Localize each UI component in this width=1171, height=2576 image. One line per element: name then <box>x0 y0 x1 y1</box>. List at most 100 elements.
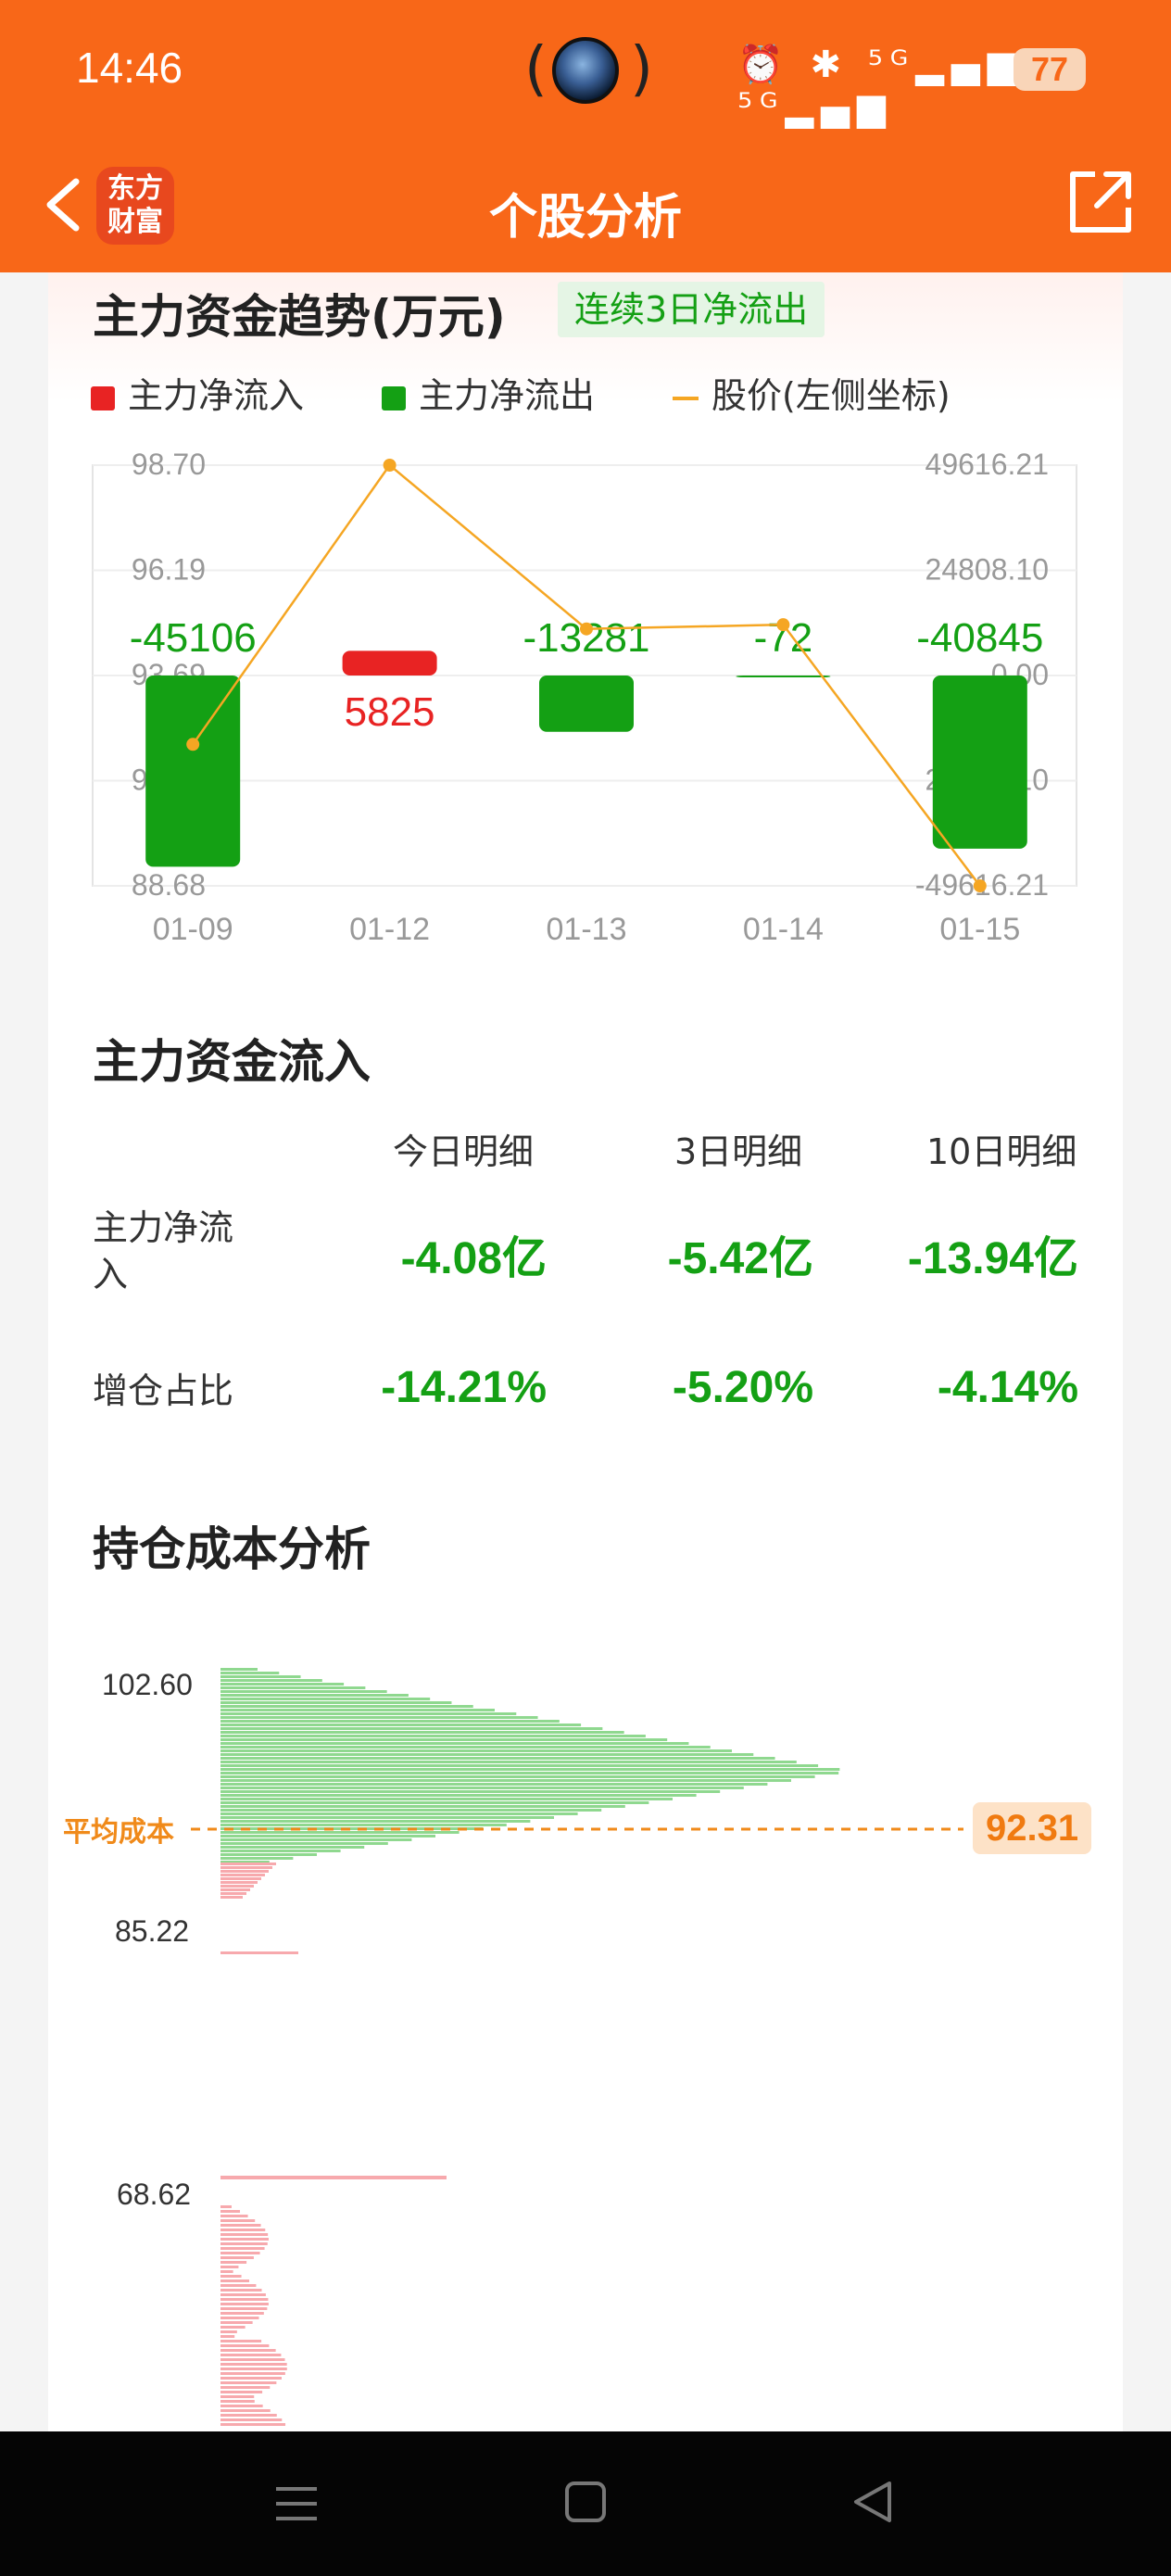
cost-bar <box>220 1775 815 1778</box>
cost-bar <box>220 2270 233 2273</box>
cost-bar <box>220 2335 235 2338</box>
nav-bar: 东方 财富 个股分析 <box>0 139 1171 272</box>
cost-bar <box>220 1701 452 1704</box>
outflow-swatch-icon <box>382 385 406 410</box>
system-nav-bar <box>0 2431 1171 2576</box>
cost-bar <box>220 2284 257 2287</box>
net-inflow-today: -4.08亿 <box>400 1234 547 1283</box>
right-tick-label: 49616.21 <box>925 448 1049 481</box>
menu-icon[interactable] <box>271 2478 322 2530</box>
cost-bar <box>220 1824 507 1826</box>
status-paren-right: ) <box>630 35 653 104</box>
cost-bar <box>220 1761 797 1763</box>
cost-bar <box>220 1790 721 1793</box>
legend-outflow-label: 主力净流出 <box>419 375 596 416</box>
cost-bar <box>220 2363 287 2366</box>
price-line-icon <box>673 396 699 400</box>
share-button[interactable] <box>1064 165 1138 239</box>
cost-bar <box>220 1683 345 1686</box>
cost-bar <box>220 1888 250 1891</box>
x-tick-label: 01-13 <box>547 912 627 947</box>
legend-inflow[interactable]: 主力净流入 <box>91 373 304 419</box>
cost-bar <box>220 2229 266 2231</box>
cost-bar <box>220 1690 387 1693</box>
cost-bar <box>220 1881 258 1884</box>
home-icon[interactable] <box>560 2476 611 2528</box>
cost-bar <box>220 1749 732 1752</box>
cost-bar <box>220 2340 262 2342</box>
cost-bar <box>220 1746 711 1749</box>
price-point <box>186 738 200 751</box>
ratio-3day: -5.20% <box>672 1363 813 1412</box>
cost-bar <box>220 1870 269 1873</box>
flow-bar <box>539 676 634 732</box>
cost-bar <box>220 2423 286 2426</box>
cost-bar <box>220 2233 269 2236</box>
fund-trend-chart: 98.7049616.2196.1924808.1093.690.0091.19… <box>92 448 1077 947</box>
header-today: 今日明细 <box>393 1131 535 1172</box>
net-inflow-3day: -5.42亿 <box>667 1234 813 1283</box>
header-3day: 3日明细 <box>674 1131 803 1172</box>
cost-bar <box>220 1801 649 1804</box>
share-icon <box>1070 171 1131 233</box>
cost-bar <box>220 2238 269 2241</box>
x-tick-label: 01-14 <box>743 912 824 947</box>
cost-bar <box>220 2312 264 2315</box>
cost-bar <box>220 1772 839 1774</box>
cost-bar <box>220 1738 668 1741</box>
cost-bar <box>220 2395 255 2398</box>
cost-bar <box>220 2414 277 2417</box>
status-icons: ⏰ ✱ ⁵ᴳ▂▄▆ ⁵ᴳ▂▄▆ <box>737 44 1024 129</box>
cost-bar <box>220 1720 560 1723</box>
cost-bar <box>220 1705 473 1708</box>
inflow-title: 主力资金流入 <box>93 1035 371 1089</box>
left-tick-label: 98.70 <box>132 448 206 481</box>
cost-bar <box>220 2344 270 2347</box>
cost-bar <box>220 1724 582 1726</box>
cost-bar <box>220 2317 259 2319</box>
row-label-position-ratio: 增仓占比 <box>93 1370 234 1411</box>
cost-bar <box>220 2321 253 2324</box>
status-paren-left: ( <box>524 35 548 104</box>
cost-bar <box>220 2358 285 2361</box>
cost-bar <box>220 1709 495 1711</box>
status-bar: 14:46 ( ) ⏰ ✱ ⁵ᴳ▂▄▆ ⁵ᴳ▂▄▆ 77 <box>0 0 1171 139</box>
cost-bar <box>220 1842 388 1845</box>
cost-bar <box>220 2381 277 2384</box>
cost-bar <box>220 1672 280 1674</box>
cost-bar <box>220 1892 246 1895</box>
cost-bar <box>220 1874 265 1876</box>
data-label: -40845 <box>916 615 1043 661</box>
battery-icon: 77 <box>1014 48 1086 91</box>
x-tick-label: 01-12 <box>349 912 430 947</box>
cost-bar <box>220 2418 283 2421</box>
cost-bar <box>220 2266 239 2268</box>
cost-bar <box>220 1951 298 1954</box>
cost-bar <box>220 2326 246 2329</box>
cost-bar <box>220 2252 260 2254</box>
cost-bar <box>220 2279 249 2282</box>
trend-title: 主力资金趋势(万元) <box>93 290 506 344</box>
cost-bar <box>220 2289 262 2292</box>
cost-bar <box>220 2298 269 2301</box>
legend-outflow[interactable]: 主力净流出 <box>382 373 595 419</box>
flow-bar <box>736 676 831 677</box>
cost-bar <box>220 1698 431 1700</box>
cost-bar <box>220 2210 241 2213</box>
legend-price[interactable]: 股价(左侧坐标) <box>673 373 951 419</box>
cost-bar <box>220 2400 255 2403</box>
cost-bar <box>220 2391 263 2393</box>
legend-price-label: 股价(左侧坐标) <box>711 375 951 416</box>
back-nav-icon[interactable] <box>847 2476 899 2528</box>
cost-bar <box>220 2256 254 2259</box>
legend-inflow-label: 主力净流入 <box>128 375 305 416</box>
cost-bar <box>220 2330 237 2333</box>
row-label-net-inflow: 主力净流入 <box>93 1207 234 1294</box>
status-time: 14:46 <box>76 44 183 92</box>
flow-bar <box>932 676 1027 849</box>
flow-bar <box>145 676 241 867</box>
cost-bar <box>220 2224 261 2227</box>
cost-bar <box>220 1857 294 1860</box>
cost-bar <box>220 1853 317 1856</box>
cost-bar <box>220 2242 268 2245</box>
